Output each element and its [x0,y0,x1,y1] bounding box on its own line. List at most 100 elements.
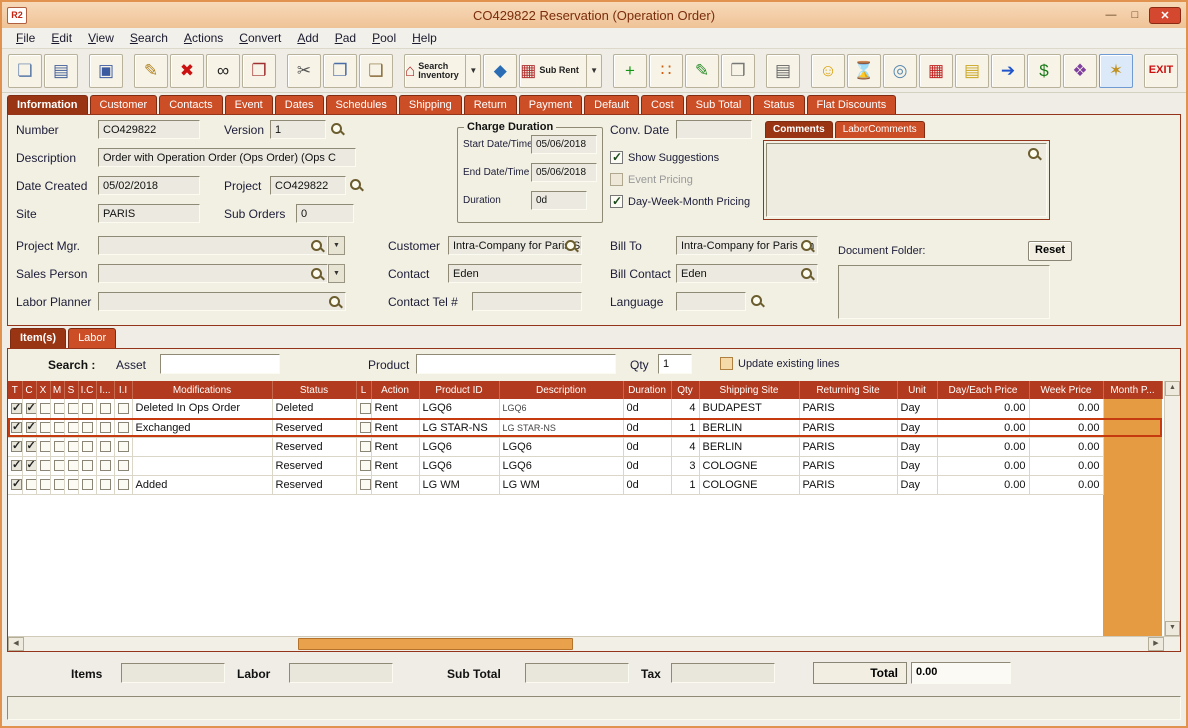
customer-field[interactable]: Intra-Company for Paris Sh [448,236,582,255]
tab-dates[interactable]: Dates [274,95,324,114]
tab-schedules[interactable]: Schedules [325,95,397,114]
column-header-qty[interactable]: Qty [671,381,700,399]
scroll-left-icon[interactable]: ◀ [8,637,24,651]
export-report-button[interactable]: ❐ [242,53,276,88]
day-week-month-checkbox[interactable] [610,194,623,208]
row-checkbox-s[interactable] [67,460,77,472]
sub-orders-field[interactable]: 0 [296,204,354,223]
menu-item-actions[interactable]: Actions [176,29,231,47]
row-checkbox-ip[interactable] [99,441,111,453]
row-checkbox-x[interactable] [39,422,49,434]
row-checkbox-ii[interactable] [117,422,129,434]
column-header-returning-site[interactable]: Returning Site [799,381,898,399]
comments-textarea[interactable] [766,143,1047,217]
contact-field[interactable]: Eden [448,264,582,283]
labor-planner-field[interactable] [98,292,346,311]
bill-contact-field[interactable]: Eden [676,264,818,283]
project-search-icon[interactable] [349,178,364,193]
tab-status[interactable]: Status [753,95,805,114]
row-checkbox-s[interactable] [67,422,77,434]
menu-item-help[interactable]: Help [404,29,445,47]
site-field[interactable]: PARIS [98,204,200,223]
horizontal-scrollbar-thumb[interactable] [298,638,573,650]
tab-comments[interactable]: Comments [765,121,833,138]
project-mgr-search-icon[interactable] [310,239,325,254]
date-created-field[interactable]: 05/02/2018 [98,176,200,195]
row-checkbox-s[interactable] [67,479,77,491]
row-checkbox-m[interactable] [53,402,63,414]
sales-person-field[interactable] [98,264,328,283]
new-document-button[interactable]: ❏ [8,53,42,88]
bill-contact-search-icon[interactable] [800,267,815,282]
row-checkbox-c[interactable] [25,420,35,434]
column-header-status[interactable]: Status [272,381,357,399]
cd-disc-button[interactable]: ◎ [883,53,917,88]
key-button[interactable]: ➔ [991,53,1025,88]
row-checkbox-x[interactable] [39,402,49,414]
asset-input[interactable] [160,354,280,374]
column-header-day-each-price[interactable]: Day/Each Price [937,381,1030,399]
table-row[interactable]: Reserved Rent LGQ6 LGQ6 0d 3 COLOGNE PAR… [8,456,1162,476]
tab-information[interactable]: Information [7,95,88,114]
row-checkbox-c[interactable] [25,401,35,414]
row-checkbox-ic[interactable] [81,402,93,414]
start-date-field[interactable]: 05/06/2018 [531,135,597,154]
tab-cost[interactable]: Cost [641,95,684,114]
row-checkbox-ip[interactable] [99,460,111,472]
scroll-up-icon[interactable]: ▲ [1165,381,1180,396]
tab-contacts[interactable]: Contacts [159,95,223,114]
print-labels-button[interactable]: ▤ [766,53,800,88]
package-button[interactable]: ❖ [1063,53,1097,88]
menu-item-pool[interactable]: Pool [364,29,404,47]
menu-item-file[interactable]: File [8,29,43,47]
horizontal-scrollbar[interactable]: ◀ ▶ [8,636,1180,651]
tab-shipping[interactable]: Shipping [398,95,462,114]
menu-item-pad[interactable]: Pad [327,29,364,47]
row-checkbox-ii[interactable] [117,441,129,453]
column-header-action[interactable]: Action [371,381,420,399]
row-checkbox-c[interactable] [25,458,35,472]
table-row[interactable]: Exchanged Reserved Rent LG STAR-NS LG ST… [8,418,1162,438]
color-cube-button[interactable]: ▦ [919,53,953,88]
scroll-down-icon[interactable]: ▼ [1165,621,1180,636]
labor-planner-search-icon[interactable] [328,295,343,310]
row-checkbox-c[interactable] [25,439,35,453]
row-checkbox-x[interactable] [39,441,49,453]
tab-sub-total[interactable]: Sub Total [685,95,752,114]
row-checkbox-l[interactable] [359,422,370,434]
project-mgr-dropdown[interactable]: ▼ [328,236,345,255]
column-header-i-i[interactable]: I.I [114,381,133,399]
minimize-button[interactable]: — [1099,7,1123,24]
copy-button[interactable]: ❐ [323,53,357,88]
sales-person-search-icon[interactable] [310,267,325,282]
save-button[interactable]: ▣ [89,53,123,88]
update-existing-lines-checkbox[interactable] [720,357,733,370]
menu-item-search[interactable]: Search [122,29,176,47]
invoice-money-button[interactable]: $ [1027,53,1061,88]
row-checkbox-ii[interactable] [117,460,129,472]
edit-note-button[interactable]: ✎ [685,53,719,88]
search-binoculars-button[interactable]: ∞ [206,53,240,88]
menu-item-view[interactable]: View [80,29,122,47]
column-header-product-id[interactable]: Product ID [419,381,500,399]
tab-item-s[interactable]: Item(s) [10,328,67,348]
bill-to-field[interactable]: Intra-Company for Paris Sh [676,236,818,255]
sub-rent-button[interactable]: ▦ Sub Rent ▼ [519,53,602,88]
reset-button[interactable]: Reset [1028,241,1072,261]
dropdown-arrow-icon[interactable]: ▼ [586,54,601,87]
row-checkbox-m[interactable] [53,460,63,472]
column-header-t[interactable]: T [8,381,23,399]
column-header-unit[interactable]: Unit [897,381,938,399]
tab-event[interactable]: Event [224,95,273,114]
vertical-scrollbar[interactable]: ▲ ▼ [1164,381,1180,636]
column-header-modifications[interactable]: Modifications [132,381,273,399]
row-checkbox-t[interactable] [11,401,21,414]
search-inventory-button[interactable]: ⌂ Search Inventory ▼ [404,53,482,88]
product-input[interactable] [416,354,616,374]
column-header-week-price[interactable]: Week Price [1029,381,1104,399]
edit-pencil-button[interactable]: ✎ [134,53,168,88]
row-checkbox-l[interactable] [359,441,370,453]
table-row[interactable]: Added Reserved Rent LG WM LG WM 0d 1 COL… [8,475,1162,495]
description-field[interactable]: Order with Operation Order (Ops Order) (… [98,148,356,167]
qty-input[interactable]: 1 [658,354,692,374]
